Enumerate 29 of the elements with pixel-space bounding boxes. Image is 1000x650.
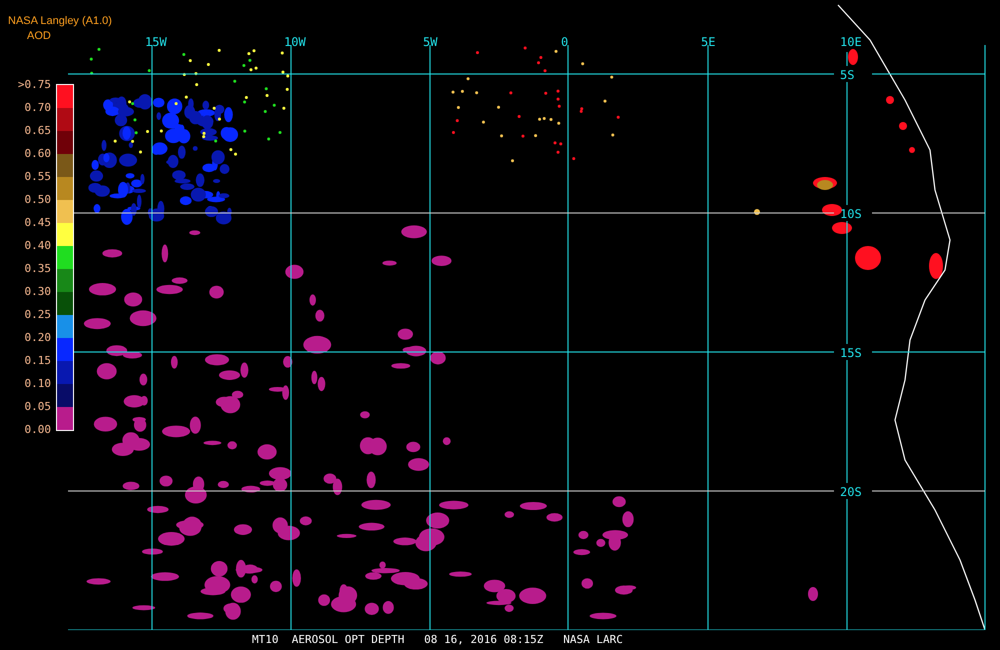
longitude-label: 10W — [284, 35, 306, 49]
latitude-label: 15S — [840, 346, 862, 360]
legend-tick-label: 0.45 — [24, 216, 51, 231]
longitude-label: 15W — [145, 35, 167, 49]
legend-tick-label: 0.15 — [24, 354, 51, 369]
latitude-label: 10S — [840, 207, 862, 221]
longitude-label: 5W — [423, 35, 438, 49]
legend-tick-label: >0.75 — [18, 78, 51, 93]
latitude-label: 20S — [840, 485, 862, 499]
legend-tick-label: 0.65 — [24, 124, 51, 139]
longitude-label: 0 — [561, 35, 568, 49]
product-caption: MT10 AEROSOL OPT DEPTH 08 16, 2016 08:15Z NASA LARC — [251, 632, 624, 648]
legend-tick-label: 0.40 — [24, 239, 51, 254]
legend-tick-label: 0.05 — [24, 400, 51, 415]
legend-tick-label: 0.55 — [24, 170, 51, 185]
source-label: NASA Langley (A1.0) — [8, 15, 112, 27]
legend-tick-label: 0.10 — [24, 377, 51, 392]
latitude-label: 5S — [840, 68, 854, 82]
longitude-label: 10E — [840, 35, 862, 49]
legend-tick-label: 0.20 — [24, 331, 51, 346]
legend-tick-label: 0.70 — [24, 101, 51, 116]
legend-tick-label: 0.35 — [24, 262, 51, 277]
product-label: AOD — [27, 30, 51, 42]
legend-tick-label: 0.30 — [24, 285, 51, 300]
longitude-label: 5E — [701, 35, 716, 49]
legend-tick-label: 0.25 — [24, 308, 51, 323]
legend-tick-label: 0.60 — [24, 147, 51, 162]
legend-tick-label: 0.50 — [24, 193, 51, 208]
legend-tick-label: 0.00 — [24, 423, 51, 438]
